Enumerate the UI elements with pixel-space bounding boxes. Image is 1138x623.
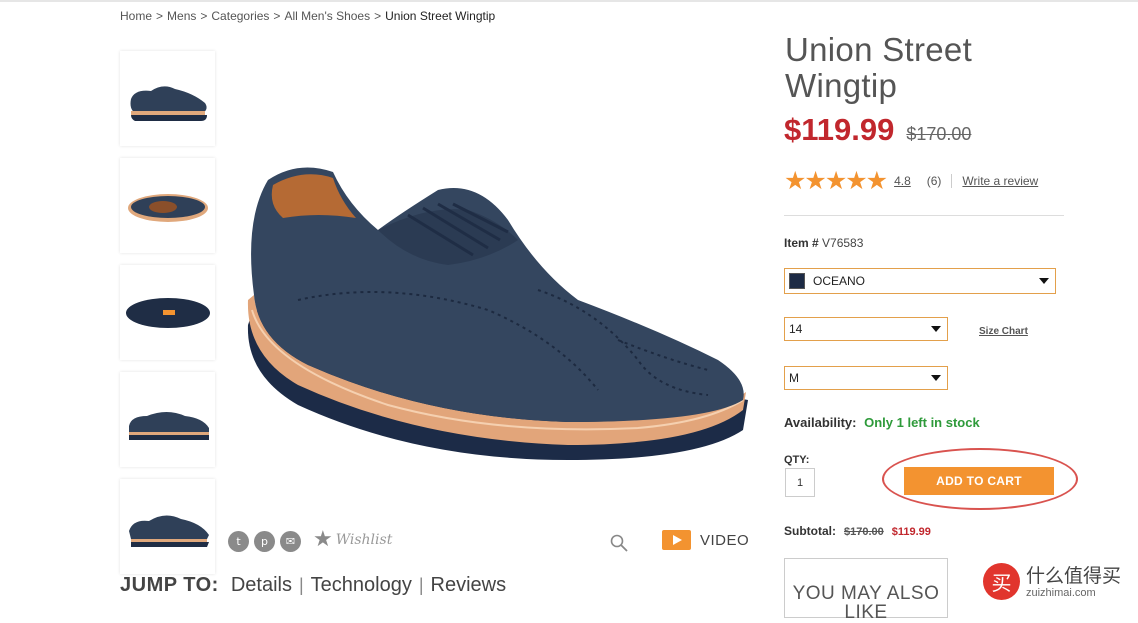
availability-label: Availability:: [784, 415, 857, 430]
write-review-link[interactable]: Write a review: [962, 174, 1038, 188]
jump-to-label: JUMP TO:: [120, 574, 219, 596]
watermark-logo: 买: [983, 563, 1020, 600]
thumbnail-top-view[interactable]: [120, 158, 215, 253]
breadcrumb-separator: >: [156, 9, 164, 23]
video-label: VIDEO: [700, 531, 750, 549]
rating-row: ★★★★★ 4.8 (6) Write a review: [784, 168, 1038, 193]
breadcrumb-separator: >: [374, 9, 382, 23]
item-number: Item # V76583: [784, 236, 863, 250]
qty-label: QTY:: [784, 454, 810, 466]
watermark-url: zuizhimai.com: [1026, 586, 1096, 599]
size-select[interactable]: 14: [784, 317, 948, 341]
watermark: 买 什么值得买 zuizhimai.com: [983, 563, 1121, 600]
chevron-down-icon: [931, 375, 941, 381]
shoe-angle-thumbnail-image: [128, 514, 209, 547]
breadcrumb-current: Union Street Wingtip: [385, 9, 496, 23]
color-select-value: OCEANO: [813, 274, 866, 288]
item-number-value: V76583: [822, 236, 864, 250]
breadcrumb-all-mens-shoes[interactable]: All Men's Shoes: [284, 9, 370, 23]
jump-to-nav: JUMP TO: Details | Technology | Reviews: [120, 574, 506, 597]
twitter-icon[interactable]: t: [228, 531, 249, 552]
divider: [784, 215, 1064, 216]
zoom-icon[interactable]: [609, 533, 629, 558]
thumbnail-side-view[interactable]: [120, 51, 215, 146]
video-button[interactable]: VIDEO: [662, 530, 749, 550]
review-count: (6): [926, 173, 942, 188]
thumbnail-angle-view[interactable]: [120, 479, 215, 574]
share-icons: t p ✉: [228, 531, 301, 552]
size-chart-link[interactable]: Size Chart: [979, 326, 1028, 337]
star-icon: ★: [313, 527, 333, 552]
jump-link-details[interactable]: Details: [231, 574, 292, 597]
price-row: $119.99 $170.00: [784, 112, 971, 148]
add-to-cart-button[interactable]: ADD TO CART: [904, 467, 1054, 495]
jump-divider: |: [298, 575, 304, 595]
breadcrumb-separator: >: [200, 9, 208, 23]
shoe-back-thumbnail-image: [128, 411, 209, 440]
sale-price: $119.99: [784, 112, 895, 147]
main-product-image[interactable]: [238, 160, 753, 480]
breadcrumb-separator: >: [273, 9, 281, 23]
width-select[interactable]: M: [784, 366, 948, 390]
wishlist-label: Wishlist: [335, 532, 393, 548]
breadcrumb-home[interactable]: Home: [120, 9, 152, 23]
subtotal-original: $170.00: [844, 526, 884, 538]
email-icon[interactable]: ✉: [280, 531, 301, 552]
you-may-also-like-heading: YOU MAY ALSO LIKE: [784, 558, 948, 622]
chevron-down-icon: [1039, 278, 1049, 284]
jump-divider: |: [418, 575, 424, 595]
watermark-cn: 什么值得买: [1026, 564, 1122, 587]
original-price: $170.00: [906, 124, 972, 144]
wishlist-button[interactable]: ★ Wishlist: [313, 529, 392, 551]
subtotal: Subtotal: $170.00 $119.99: [784, 524, 931, 538]
width-select-value: M: [789, 371, 799, 385]
thumbnail-sole-view[interactable]: [120, 265, 215, 360]
item-number-label: Item #: [784, 236, 819, 250]
breadcrumb-categories[interactable]: Categories: [211, 9, 269, 23]
shoe-sole-thumbnail-image: [125, 297, 210, 328]
jump-link-technology[interactable]: Technology: [311, 574, 412, 597]
top-divider: [0, 0, 1138, 2]
shoe-top-thumbnail-image: [127, 193, 208, 222]
color-swatch: [789, 273, 805, 289]
product-title: Union Street Wingtip: [785, 31, 973, 104]
availability-status: Only 1 left in stock: [864, 415, 980, 430]
rating-value[interactable]: 4.8: [894, 174, 911, 188]
wingtip-shoe-image: [247, 167, 748, 460]
play-icon: [662, 530, 691, 550]
subtotal-sale: $119.99: [891, 526, 931, 538]
availability: Availability: Only 1 left in stock: [784, 415, 980, 430]
rating-divider: [951, 173, 953, 188]
breadcrumb-mens[interactable]: Mens: [167, 9, 196, 23]
chevron-down-icon: [931, 326, 941, 332]
shoe-side-thumbnail-image: [130, 85, 207, 121]
pinterest-icon[interactable]: p: [254, 531, 275, 552]
thumbnail-back-side-view[interactable]: [120, 372, 215, 467]
size-select-value: 14: [789, 322, 803, 336]
subtotal-label: Subtotal:: [784, 524, 836, 538]
rating-stars-icon: ★★★★★: [784, 166, 888, 195]
breadcrumb: Home > Mens > Categories > All Men's Shoes > Uni…: [120, 9, 495, 23]
jump-link-reviews[interactable]: Reviews: [431, 574, 507, 597]
color-select[interactable]: OCEANO: [784, 268, 1056, 294]
qty-input[interactable]: 1: [785, 468, 815, 497]
